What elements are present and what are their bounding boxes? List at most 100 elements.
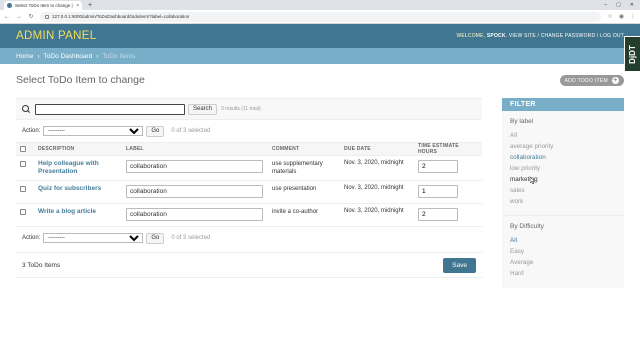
add-todo-item-label: ADD TODO ITEM [564,77,608,84]
filter-option[interactable]: marketing [510,174,624,185]
star-icon[interactable]: ☆ [607,13,612,20]
main-content: Select ToDo Item to change ADD TODO ITEM… [16,74,624,288]
search-button[interactable]: Search [188,103,218,115]
url-field[interactable]: 127.0.0.1:8000/admin/ToDoDashboard/todoi… [40,11,602,22]
search-result-note: 3 results (11 total) [221,106,261,112]
close-window-icon[interactable]: ✕ [630,0,634,10]
go-button[interactable]: Go [146,125,165,137]
site-branding[interactable]: ADMIN PANEL [16,30,96,42]
select-all-header [16,142,34,156]
row-checkbox[interactable] [20,209,26,215]
welcome-text: WELCOME, [456,33,487,39]
filter-option-selected[interactable]: collaboration [510,152,624,163]
breadcrumb-app[interactable]: ToDo Dashboard [44,53,93,60]
go-button[interactable]: Go [146,232,165,244]
due-date-text: Nov. 3, 2020, midnight [344,160,404,166]
hours-input[interactable] [418,185,458,198]
filter-option[interactable]: average priority [510,141,624,152]
username: SPOCK [486,33,506,39]
hours-cell [414,180,482,204]
description-link[interactable]: Help colleague with Presentation [38,160,118,176]
label-input[interactable] [126,185,263,198]
window-controls: – ▢ ✕ [604,0,640,10]
reload-icon[interactable]: ↻ [28,13,34,20]
action-label: Action: [22,128,41,134]
changelist: Search 3 results (11 total) Action: ----… [16,98,482,278]
mouse-cursor-icon [530,177,536,184]
due-date-cell: Nov. 3, 2020, midnight [340,155,414,181]
action-select[interactable]: --------- [43,126,144,136]
label-filter-list: All average priority collaboration low p… [502,130,624,207]
browser-tab[interactable]: Select ToDo Item to change | D × [4,1,82,10]
description-link[interactable]: Quiz for subscribers [38,185,118,193]
filter-option[interactable]: work [510,196,624,207]
comment-text: use presentation [272,186,317,192]
back-icon[interactable]: ← [4,14,10,20]
description-link[interactable]: Write a blog article [38,208,118,216]
selection-counter: 0 of 3 selected [171,128,211,134]
action-label: Action: [22,235,41,241]
column-header-time-estimate[interactable]: TIME ESTIMATE HOURS [414,142,482,156]
address-bar: ← → ↻ 127.0.0.1:8000/admin/ToDoDashboard… [0,10,640,24]
row-select-cell [16,203,34,227]
filter-by-label-heading: By label [510,118,534,125]
due-date-cell: Nov. 3, 2020, midnight [340,180,414,204]
extensions-icon[interactable]: ◉ [619,13,624,20]
filter-option-selected[interactable]: All [510,235,624,246]
comment-text: invite a co-author [272,209,319,215]
browser-tab-title: Select ToDo Item to change | D [15,3,75,8]
filter-option[interactable]: sales [510,185,624,196]
plus-icon: + [612,77,619,84]
column-header-comment[interactable]: COMMENT [268,142,340,156]
search-toolbar: Search 3 results (11 total) [16,98,482,120]
label-cell [122,180,268,204]
filter-option[interactable]: Average [510,257,624,268]
info-icon [45,14,49,19]
filter-title: FILTER [502,98,624,111]
page-title: Select ToDo Item to change [16,74,145,86]
forward-icon[interactable]: → [16,14,22,20]
new-tab-button[interactable]: + [88,1,92,10]
row-checkbox[interactable] [20,161,26,167]
comment-cell: use presentation [268,180,340,204]
log-out-link[interactable]: LOG OUT [600,33,624,39]
change-password-link[interactable]: CHANGE PASSWORD [541,33,596,39]
actions-bar-top: Action: --------- Go 0 of 3 selected [16,120,482,142]
save-button[interactable]: Save [443,257,476,273]
action-select[interactable]: --------- [43,233,144,243]
difficulty-filter-list: All Easy Average Hard [502,235,624,279]
filter-option[interactable]: Hard [510,268,624,279]
filter-option[interactable]: low priority [510,163,624,174]
filter-option[interactable]: Easy [510,246,624,257]
column-header-due-date[interactable]: DUE DATE [340,142,414,156]
table-header-row: DESCRIPTION LABEL COMMENT DUE DATE TIME … [16,142,482,156]
hours-input[interactable] [418,160,458,173]
add-todo-item-button[interactable]: ADD TODO ITEM + [559,75,624,86]
filter-option[interactable]: All [510,130,624,141]
maximize-icon[interactable]: ▢ [616,0,621,10]
select-all-checkbox[interactable] [20,145,26,152]
search-input[interactable] [35,103,185,115]
label-input[interactable] [126,208,263,221]
url-text: 127.0.0.1:8000/admin/ToDoDashboard/todoi… [52,14,190,19]
description-cell: Write a blog article [34,203,122,227]
row-select-cell [16,155,34,181]
selection-counter: 0 of 3 selected [171,235,211,241]
browser-tabstrip: Select ToDo Item to change | D × + – ▢ ✕ [0,0,640,10]
description-cell: Help colleague with Presentation [34,155,122,181]
row-checkbox[interactable] [20,186,26,192]
label-input[interactable] [126,160,263,173]
column-header-description[interactable]: DESCRIPTION [34,142,122,156]
filter-by-difficulty-heading: By Difficulty [510,223,544,230]
result-table: DESCRIPTION LABEL COMMENT DUE DATE TIME … [16,142,482,227]
hours-input[interactable] [418,208,458,221]
breadcrumb: Home › ToDo Dashboard › ToDo Items [0,48,640,64]
minimize-icon[interactable]: – [604,0,607,10]
debug-toolbar-handle[interactable]: DjDT [624,36,640,72]
tab-close-icon[interactable]: × [76,3,79,9]
view-site-link[interactable]: VIEW SITE [509,33,536,39]
breadcrumb-home[interactable]: Home [16,53,33,60]
column-header-label[interactable]: LABEL [122,142,268,156]
label-cell [122,203,268,227]
menu-icon[interactable]: ⋮ [630,13,636,20]
